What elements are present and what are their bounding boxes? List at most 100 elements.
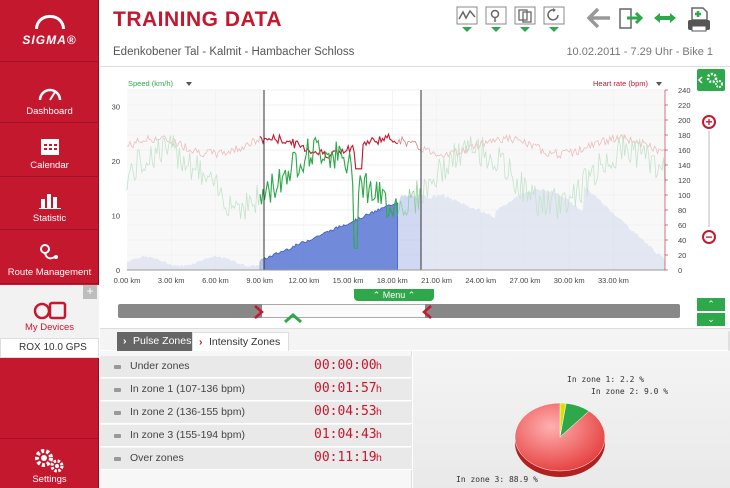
chart-menu-toggle[interactable]: ⌃ Menu ⌃ (354, 289, 434, 301)
zone-time-unit: h (376, 383, 382, 395)
map-view-button[interactable] (485, 6, 507, 32)
heart-rate-tick-label: 120 (678, 176, 691, 185)
speed-axis-label[interactable]: Speed (km/h) (128, 79, 174, 88)
row-bullet (114, 434, 121, 438)
pulse-zones-table: Under zones 00:00:00 h In zone 1 (107-13… (100, 351, 412, 488)
sidebar-item-label: Statistic (32, 213, 67, 224)
training-chart[interactable]: 0 10 20 30 0 20 40 60 80 100 120 140 160 180 200 220 24… (100, 67, 730, 295)
sigma-logo: SIGMA® (0, 0, 99, 62)
chart-svg: 0 10 20 30 0 20 40 60 80 100 120 140 160 180 200 220 24… (112, 79, 691, 285)
sidebar-item-label: Settings (32, 474, 67, 485)
map-icon (485, 6, 507, 32)
scroll-down-button[interactable]: ⌄ (697, 313, 725, 326)
zone-name: In zone 3 (155-194 bpm) (130, 429, 245, 441)
sidebar-item-label: Dashboard (26, 106, 73, 117)
distance-tick-label: 27.00 km (510, 276, 541, 285)
zone-time: 01:04:43 (314, 427, 377, 442)
tab-pulse-zones[interactable]: › Pulse Zones (117, 332, 200, 351)
back-button[interactable] (586, 6, 612, 32)
zoom-in-button[interactable]: + (702, 115, 716, 129)
pie-label-zone-1: In zone 1: 2.2 % (567, 375, 645, 384)
sidebar: SIGMA® Dashboard Calendar Statistic Rout… (0, 0, 99, 488)
device-icon (33, 301, 66, 320)
speed-axis-ticks: 0 10 20 30 (112, 102, 120, 275)
swap-arrows-icon (654, 13, 676, 23)
heart-rate-tick-label: 0 (678, 266, 682, 275)
range-slider[interactable] (118, 304, 680, 318)
heart-rate-axis-label[interactable]: Heart rate (bpm) (593, 79, 649, 88)
route-name: Edenkobener Tal - Kalmit - Hambacher Sch… (113, 46, 355, 58)
pie-label-zone-3: In zone 3: 88.9 % (456, 475, 538, 484)
device-entry[interactable]: ROX 10.0 GPS (0, 338, 99, 358)
zoom-out-button[interactable]: − (702, 230, 716, 244)
caret-right-icon: › (123, 335, 127, 347)
gears-icon (34, 449, 63, 473)
distance-axis-ticks: 0.00 km 3.00 km 6.00 km 9.00 km 12.00 km 15.0… (114, 276, 629, 285)
distance-tick-label: 6.00 km (202, 276, 229, 285)
sidebar-item-settings[interactable]: Settings (0, 438, 99, 488)
tab-label: Pulse Zones (133, 335, 192, 347)
tab-intensity-zones[interactable]: › Intensity Zones (192, 332, 290, 351)
zones-pie-chart: In zone 1: 2.2 % In zone 2: 9.0 % In zon… (413, 351, 730, 488)
distance-tick-label: 3.00 km (158, 276, 185, 285)
row-bullet (114, 365, 121, 369)
activity-date-info: 10.02.2011 - 7.29 Uhr - Bike 1 (566, 46, 713, 58)
chevron-up-icon: ⌃ (372, 290, 381, 300)
heart-rate-tick-label: 100 (678, 191, 691, 200)
refresh-icon (543, 6, 565, 32)
print-button[interactable] (686, 6, 712, 32)
distance-tick-label: 0.00 km (114, 276, 141, 285)
heart-rate-axis-dropdown-icon[interactable] (656, 82, 662, 86)
row-bullet (114, 457, 121, 461)
scroll-up-button[interactable]: ⌃ (697, 298, 725, 311)
sidebar-item-calendar[interactable]: Calendar (0, 124, 99, 177)
pie-slice (514, 402, 606, 472)
speed-axis-dropdown-icon[interactable] (186, 82, 192, 86)
range-handle-right[interactable] (421, 305, 433, 319)
compare-view-button[interactable] (543, 6, 565, 32)
printer-icon (688, 7, 710, 32)
sidebar-item-dashboard[interactable]: Dashboard (0, 70, 99, 123)
zoom-slider-track[interactable] (708, 131, 710, 227)
logo-mark (34, 14, 65, 29)
inactive-overlay-left (127, 90, 264, 270)
zone-time: 00:01:57 (314, 381, 377, 396)
export-button[interactable] (618, 6, 646, 32)
chart-settings-button[interactable] (697, 69, 725, 91)
menu-label: Menu (382, 290, 406, 300)
pie-label-zone-2: In zone 2: 9.0 % (591, 387, 669, 396)
app-window: SIGMA® Dashboard Calendar Statistic Rout… (0, 0, 730, 488)
distance-tick-label: 9.00 km (246, 276, 273, 285)
caret-right-icon: › (199, 336, 203, 348)
distance-tick-label: 21.00 km (421, 276, 452, 285)
zone-time: 00:04:53 (314, 404, 377, 419)
pie-svg (514, 402, 606, 477)
graph-view-button[interactable] (456, 6, 478, 32)
laps-view-button[interactable] (514, 6, 536, 32)
sidebar-item-label: Route Management (7, 267, 92, 278)
speed-tick-label: 10 (112, 211, 120, 220)
zone-time: 00:00:00 (314, 358, 377, 373)
heart-rate-tick-label: 200 (678, 116, 691, 125)
page-title: TRAINING DATA (113, 8, 283, 31)
bar-chart-icon (38, 194, 61, 209)
chevron-up-icon: ⌃ (407, 290, 416, 300)
sync-button[interactable] (652, 6, 678, 32)
zone-name: Over zones (130, 452, 184, 464)
zone-time: 00:11:19 (314, 450, 377, 465)
range-handle-left[interactable] (253, 305, 265, 319)
heart-rate-tick-label: 140 (678, 161, 691, 170)
sidebar-item-statistic[interactable]: Statistic (0, 177, 99, 230)
distance-tick-label: 24.00 km (465, 276, 496, 285)
sidebar-item-route-management[interactable]: Route Management (0, 231, 99, 284)
add-device-button[interactable]: + (83, 285, 97, 299)
zone-name: In zone 1 (107-136 bpm) (130, 383, 245, 395)
table-row: In zone 1 (107-136 bpm) 00:01:57 h (100, 379, 412, 401)
zone-time-unit: h (376, 429, 382, 441)
chevron-up-icon[interactable] (283, 312, 303, 324)
range-scroll-buttons: ⌃ ⌄ (697, 298, 725, 326)
arrow-left-icon (586, 7, 610, 29)
zone-name: In zone 2 (136-155 bpm) (130, 406, 245, 418)
distance-tick-label: 15.00 km (333, 276, 364, 285)
pie-slices (514, 402, 606, 472)
